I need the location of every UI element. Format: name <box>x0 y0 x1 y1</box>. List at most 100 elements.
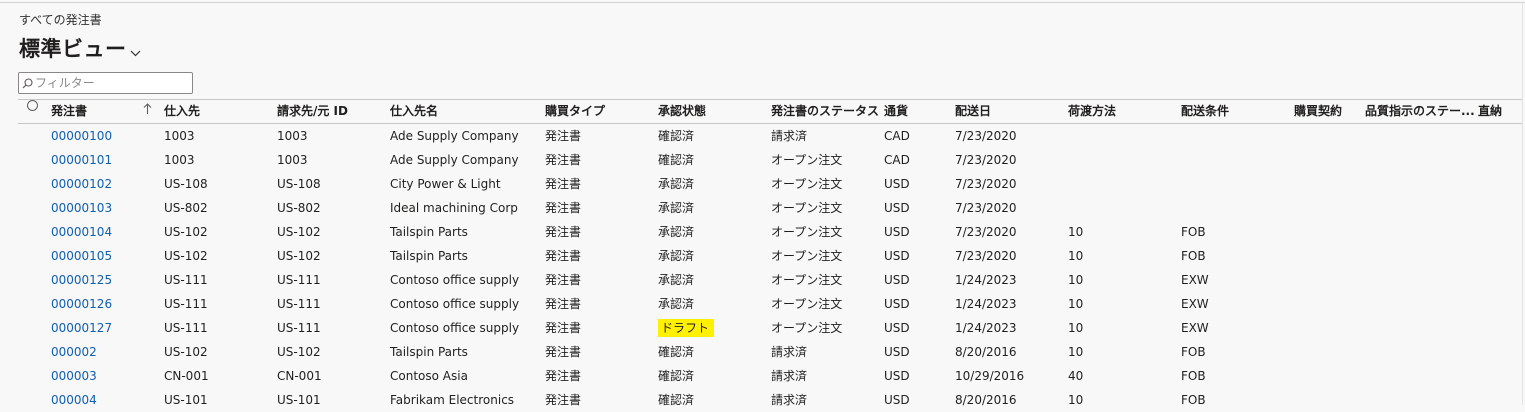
table-row[interactable]: 000003 CN-001 CN-001 Contoso Asia 発注書 確認済 請求済 U… <box>18 364 1522 388</box>
table-row[interactable]: 00000127 US-111 US-111 Contoso office suppl… <box>18 316 1522 340</box>
column-header-quality-order-status[interactable]: 品質指示のステー... <box>1365 100 1475 123</box>
table-row[interactable]: 00000103 US-802 US-802 Ideal machining Corp… <box>18 196 1522 220</box>
delivery-mode: 10 <box>1068 321 1084 335</box>
po-number-link[interactable]: 000004 <box>51 388 97 412</box>
invoice-account: US-802 <box>277 201 321 215</box>
column-header-vendor-name[interactable]: 仕入先名 <box>390 100 438 123</box>
delivery-mode: 10 <box>1068 225 1084 239</box>
po-number-link[interactable]: 00000104 <box>51 220 112 244</box>
po-status: オープン注文 <box>771 201 843 215</box>
grid-header: 発注書 仕入先 請求先/元 ID 仕入先名 購買タイプ 承認状態 発注書のステー… <box>18 99 1522 124</box>
vendor-name: Fabrikam Electronics <box>390 393 515 407</box>
po-number-link[interactable]: 00000127 <box>51 316 112 340</box>
approval-status: 確認済 <box>658 129 695 143</box>
delivery-terms: FOB <box>1181 393 1206 407</box>
purchase-type: 発注書 <box>545 321 582 335</box>
table-row[interactable]: 00000105 US-102 US-102 Tailspin Parts 発注書 承認済… <box>18 244 1522 268</box>
vendor-account: US-101 <box>164 393 208 407</box>
approval-status: 承認済 <box>658 201 695 215</box>
table-row[interactable]: 00000125 US-111 US-111 Contoso office suppl… <box>18 268 1522 292</box>
vendor-account: US-802 <box>164 201 208 215</box>
po-status: オープン注文 <box>771 273 843 287</box>
grid-body: 00000100 1003 1003 Ade Supply Company 発注書 確認済… <box>18 124 1522 412</box>
table-row[interactable]: 00000102 US-108 US-108 City Power & Light 発注… <box>18 172 1522 196</box>
delivery-date: 1/24/2023 <box>955 297 1017 311</box>
purchase-type: 発注書 <box>545 129 582 143</box>
table-row[interactable]: 00000126 US-111 US-111 Contoso office suppl… <box>18 292 1522 316</box>
table-row[interactable]: 000004 US-101 US-101 Fabrikam Electronics 発注… <box>18 388 1522 412</box>
delivery-mode: 10 <box>1068 297 1084 311</box>
vendor-account: CN-001 <box>164 369 209 383</box>
delivery-terms: EXW <box>1181 273 1209 287</box>
right-border <box>1522 3 1523 405</box>
column-header-delivery-date[interactable]: 配送日 <box>955 100 991 123</box>
column-header-delivery-mode[interactable]: 荷渡方法 <box>1068 100 1116 123</box>
po-number-link[interactable]: 00000102 <box>51 172 112 196</box>
invoice-account: US-102 <box>277 345 321 359</box>
po-number-link[interactable]: 00000125 <box>51 268 112 292</box>
po-number-link[interactable]: 000003 <box>51 364 97 388</box>
column-header-invoice-account[interactable]: 請求先/元 ID <box>277 100 348 123</box>
po-status: 請求済 <box>771 345 808 359</box>
column-header-delivery-terms[interactable]: 配送条件 <box>1181 100 1229 123</box>
column-header-purchase-type[interactable]: 購買タイプ <box>545 100 605 123</box>
table-row[interactable]: 000002 US-102 US-102 Tailspin Parts 発注書 確認済 請求… <box>18 340 1522 364</box>
sort-ascending-icon[interactable] <box>143 100 152 123</box>
po-number-link[interactable]: 00000103 <box>51 196 112 220</box>
purchase-type: 発注書 <box>545 153 582 167</box>
filter-input[interactable] <box>33 76 185 90</box>
vendor-account: 1003 <box>164 153 195 167</box>
currency: USD <box>884 225 910 239</box>
vendor-account: US-111 <box>164 297 208 311</box>
po-status: オープン注文 <box>771 153 843 167</box>
delivery-date: 8/20/2016 <box>955 393 1017 407</box>
approval-status: 承認済 <box>658 249 695 263</box>
vendor-name: Contoso office supply <box>390 273 520 287</box>
invoice-account: US-102 <box>277 249 321 263</box>
approval-status: 確認済 <box>658 153 695 167</box>
chevron-down-icon[interactable] <box>130 42 141 61</box>
table-row[interactable]: 00000104 US-102 US-102 Tailspin Parts 発注書 承認済… <box>18 220 1522 244</box>
delivery-date: 7/23/2020 <box>955 177 1017 191</box>
po-number-link[interactable]: 00000126 <box>51 292 112 316</box>
view-selector[interactable]: 標準ビュー <box>19 33 141 63</box>
table-row[interactable]: 00000100 1003 1003 Ade Supply Company 発注書 確認済… <box>18 124 1522 148</box>
breadcrumb[interactable]: すべての発注書 <box>19 11 102 28</box>
invoice-account: CN-001 <box>277 369 322 383</box>
column-header-direct-delivery[interactable]: 直納 <box>1478 100 1502 123</box>
table-row[interactable]: 00000101 1003 1003 Ade Supply Company 発注書 確認済… <box>18 148 1522 172</box>
approval-status: ドラフト <box>658 319 715 337</box>
invoice-account: US-111 <box>277 297 321 311</box>
po-number-link[interactable]: 00000105 <box>51 244 112 268</box>
currency: USD <box>884 249 910 263</box>
approval-status: 承認済 <box>658 273 695 287</box>
vendor-name: Tailspin Parts <box>390 345 468 359</box>
invoice-account: US-111 <box>277 273 321 287</box>
delivery-terms: FOB <box>1181 225 1206 239</box>
po-number-link[interactable]: 000002 <box>51 340 97 364</box>
purchase-type: 発注書 <box>545 297 582 311</box>
purchase-order-grid: 発注書 仕入先 請求先/元 ID 仕入先名 購買タイプ 承認状態 発注書のステー… <box>18 99 1522 412</box>
column-header-purchase-agreement[interactable]: 購買契約 <box>1294 100 1342 123</box>
column-header-currency[interactable]: 通貨 <box>884 100 908 123</box>
delivery-date: 7/23/2020 <box>955 249 1017 263</box>
currency: USD <box>884 393 910 407</box>
po-status: オープン注文 <box>771 249 843 263</box>
invoice-account: US-111 <box>277 321 321 335</box>
invoice-account: 1003 <box>277 153 308 167</box>
delivery-date: 7/23/2020 <box>955 225 1017 239</box>
po-number-link[interactable]: 00000101 <box>51 148 112 172</box>
delivery-mode: 10 <box>1068 345 1084 359</box>
po-number-link[interactable]: 00000100 <box>51 124 112 148</box>
filter-box[interactable] <box>18 72 193 94</box>
column-header-po[interactable]: 発注書 <box>51 100 87 123</box>
column-header-po-status[interactable]: 発注書のステータス <box>771 100 879 123</box>
vendor-name: Tailspin Parts <box>390 249 468 263</box>
vendor-account: US-102 <box>164 249 208 263</box>
column-header-vendor[interactable]: 仕入先 <box>164 100 200 123</box>
vendor-name: Contoso Asia <box>390 369 468 383</box>
delivery-mode: 40 <box>1068 369 1084 383</box>
select-all-radio[interactable] <box>27 100 38 111</box>
column-header-approval-status[interactable]: 承認状態 <box>658 100 706 123</box>
vendor-name: Ideal machining Corp <box>390 201 518 215</box>
